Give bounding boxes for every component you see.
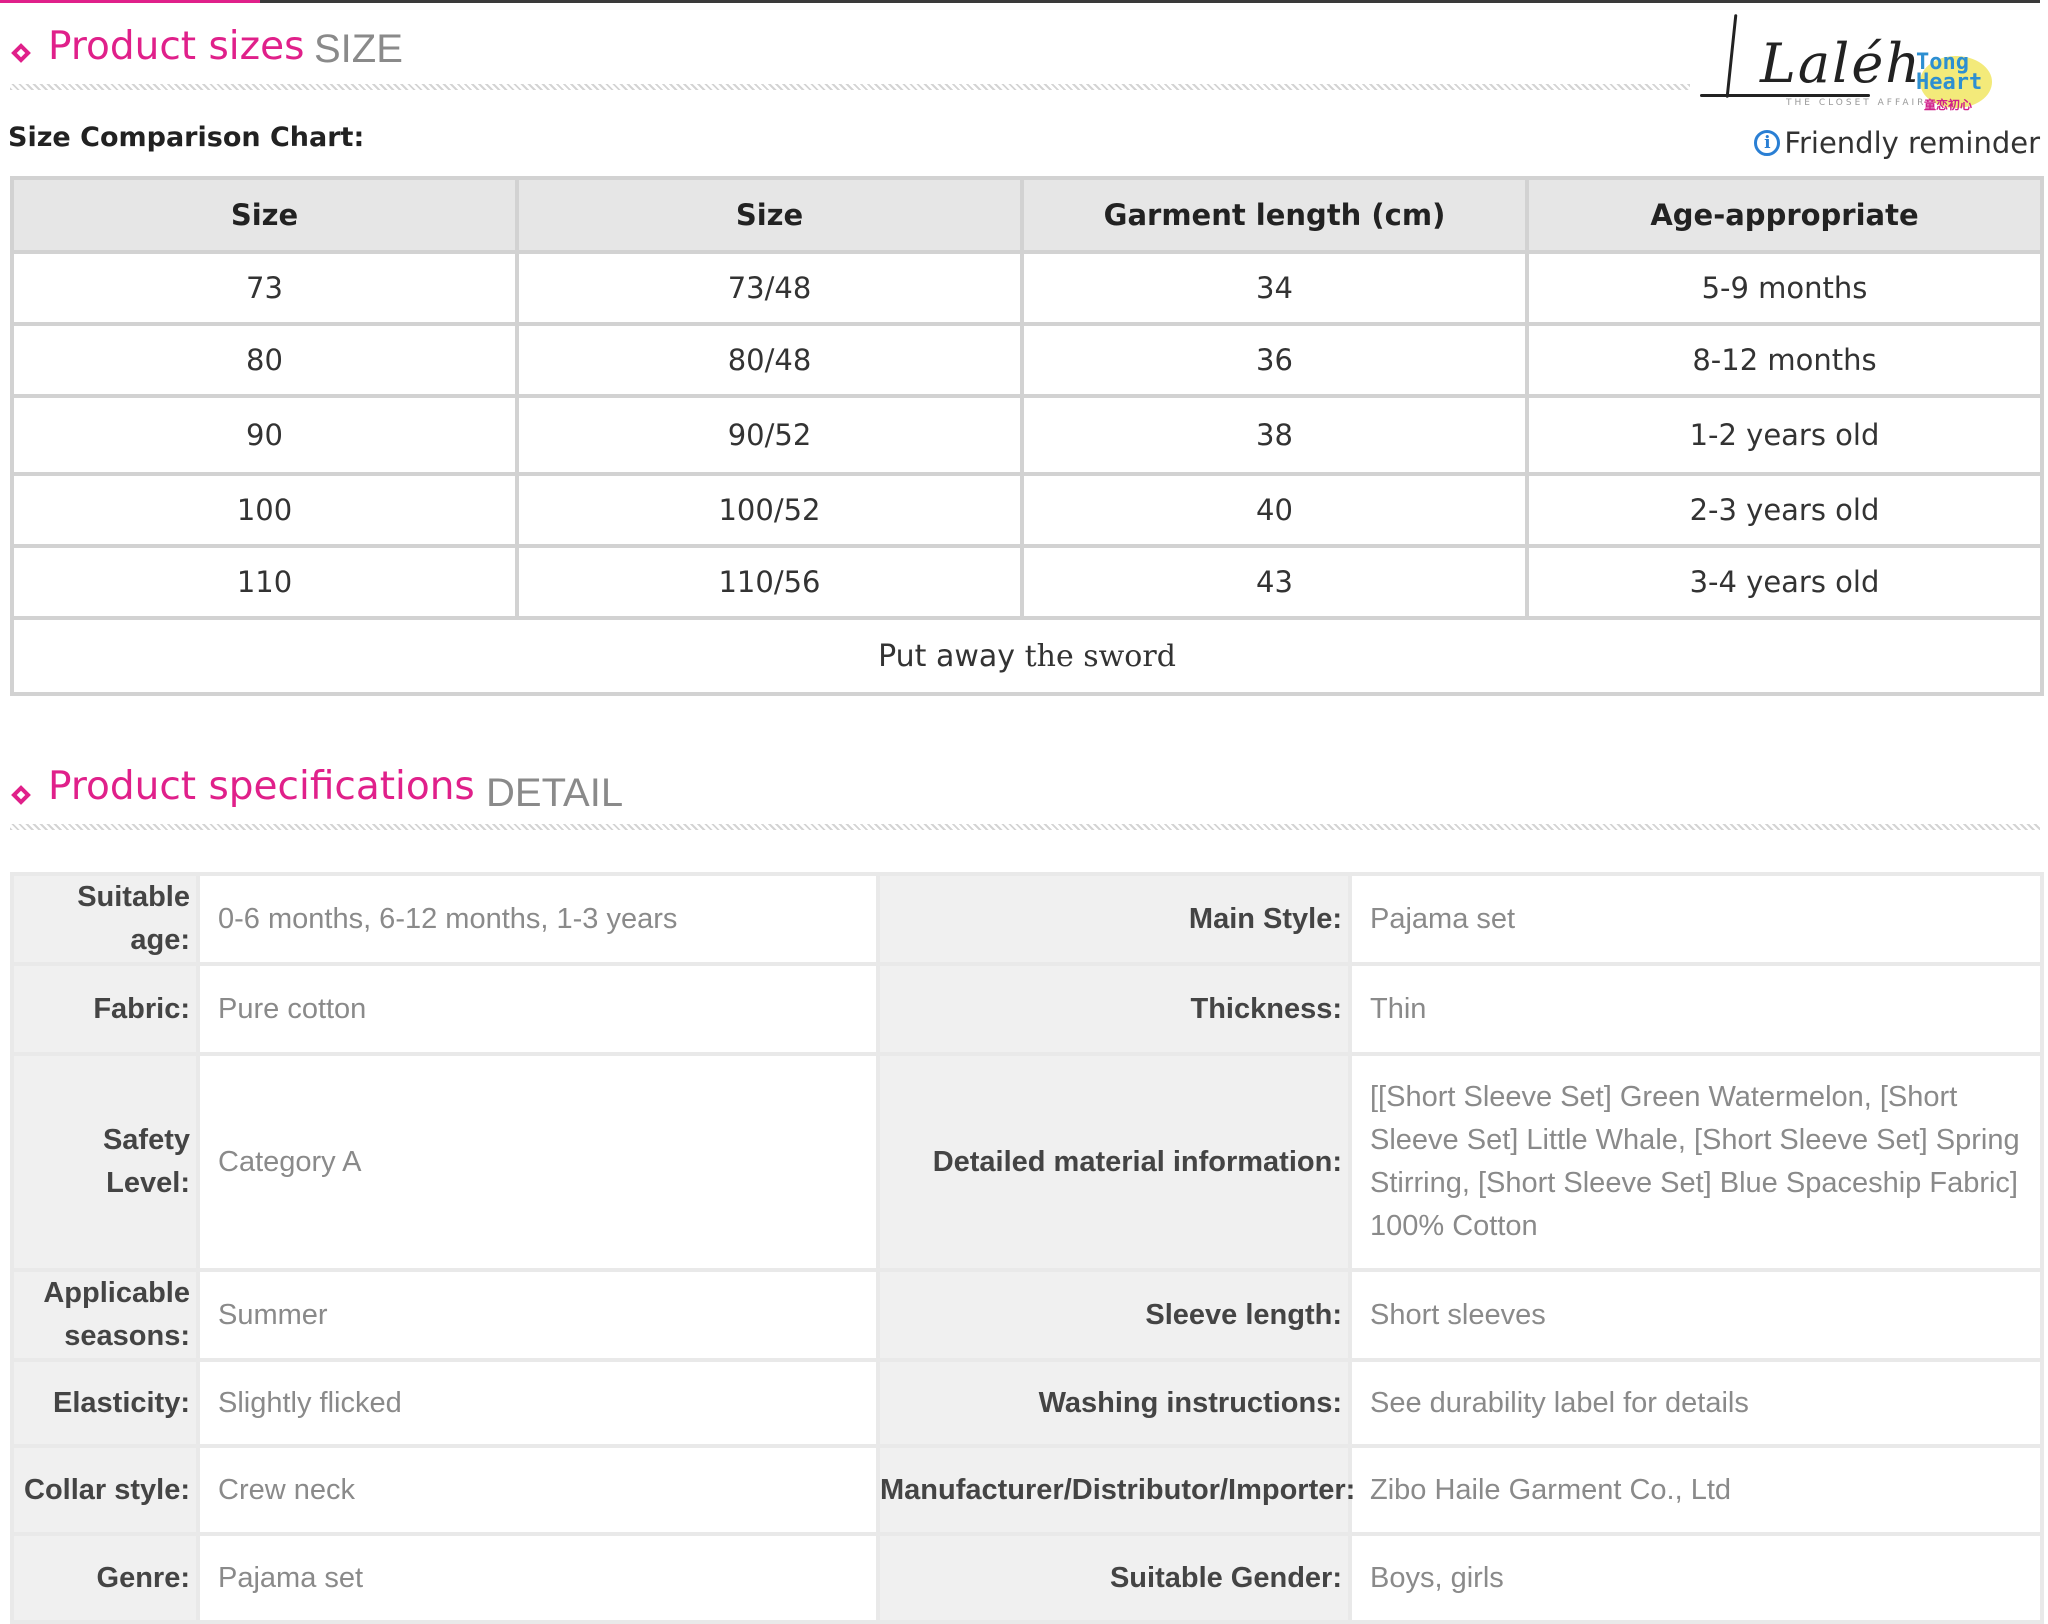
friendly-reminder-link[interactable]: i Friendly reminder [1754,126,2040,160]
spec-value: [[Short Sleeve Set] Green Watermelon, [S… [1348,1052,2044,1272]
spec-value: Thin [1348,962,2044,1056]
cell-size: 90 [10,394,519,476]
cell-length: 43 [1020,544,1529,620]
diamond-icon [11,43,31,63]
spec-section-title: Product specifications [48,764,475,809]
brand-logo: Laléh THE CLOSET AFFAIR Tong Heart 童恋初心 [1690,8,2010,112]
spec-value: Summer [196,1268,880,1362]
cell-age: 8-12 months [1525,322,2044,398]
cell-size-alt: 110/56 [515,544,1024,620]
spec-value: Pure cotton [196,962,880,1056]
spec-label: Suitable Gender: [876,1532,1352,1624]
spec-row: Collar style: Crew neck Manufacturer/Dis… [10,1444,2044,1536]
spec-value: Pajama set [196,1532,880,1624]
size-section-title: Product sizes [48,24,305,69]
spec-label: Detailed material information: [876,1052,1352,1272]
spec-label: Washing instructions: [876,1358,1352,1448]
cell-length: 36 [1020,322,1529,398]
spec-value: Zibo Haile Garment Co., Ltd [1348,1444,2044,1536]
table-row: 100 100/52 40 2-3 years old [10,472,2044,548]
top-rule [0,0,2040,3]
spec-label: Genre: [10,1532,200,1624]
spec-value: Crew neck [196,1444,880,1536]
table-note: Put away the sword [10,616,2044,696]
top-rule-accent [0,0,260,3]
spec-label: Applicable seasons: [10,1268,200,1362]
cell-length: 38 [1020,394,1529,476]
dashed-divider [10,84,1690,90]
size-chart-label: Size Comparison Chart: [8,122,365,153]
cell-length: 34 [1020,250,1529,326]
spec-table: Suitable age: 0-6 months, 6-12 months, 1… [10,872,2044,1624]
spec-value: Category A [196,1052,880,1272]
spec-value: Slightly flicked [196,1358,880,1448]
cell-size: 100 [10,472,519,548]
size-table: Size Size Garment length (cm) Age-approp… [10,176,2044,696]
cell-size: 73 [10,250,519,326]
table-row: 73 73/48 34 5-9 months [10,250,2044,326]
cell-size-alt: 73/48 [515,250,1024,326]
signature-text: Laléh [1760,32,1923,95]
cell-size-alt: 90/52 [515,394,1024,476]
table-row: 90 90/52 38 1-2 years old [10,394,2044,476]
spec-label: Main Style: [876,872,1352,966]
spec-row: Applicable seasons: Summer Sleeve length… [10,1268,2044,1362]
spec-section-title-en: DETAIL [486,771,624,815]
spec-value: See durability label for details [1348,1358,2044,1448]
size-section-title-en: SIZE [314,27,403,71]
badge-line-3: 童恋初心 [1924,98,1973,112]
spec-label: Collar style: [10,1444,200,1536]
table-row: 110 110/56 43 3-4 years old [10,544,2044,620]
diamond-icon [11,785,31,805]
info-icon: i [1754,130,1781,156]
header-age: Age-appropriate [1525,176,2044,254]
spec-value: Boys, girls [1348,1532,2044,1624]
spec-row: Suitable age: 0-6 months, 6-12 months, 1… [10,872,2044,966]
spec-label: Fabric: [10,962,200,1056]
spec-value: Pajama set [1348,872,2044,966]
header-size-alt: Size [515,176,1024,254]
cell-age: 2-3 years old [1525,472,2044,548]
cell-age: 1-2 years old [1525,394,2044,476]
cell-size: 110 [10,544,519,620]
size-table-header-row: Size Size Garment length (cm) Age-approp… [10,176,2044,254]
logo-tagline: THE CLOSET AFFAIR [1786,98,1927,108]
table-note-row: Put away the sword [10,616,2044,696]
spec-label: Manufacturer/Distributor/Importer: [876,1444,1355,1536]
spec-row: Genre: Pajama set Suitable Gender: Boys,… [10,1532,2044,1624]
header-size: Size [10,176,519,254]
badge-line-2: Heart [1916,70,1983,95]
spec-value: Short sleeves [1348,1268,2044,1362]
spec-label: Sleeve length: [876,1268,1352,1362]
header-garment-length: Garment length (cm) [1020,176,1529,254]
cell-size: 80 [10,322,519,398]
signature-stroke [1725,14,1738,98]
note-part-b: the sword [1024,638,1176,674]
spec-value: 0-6 months, 6-12 months, 1-3 years [196,872,880,966]
tongheart-badge: Tong Heart 童恋初心 [1912,48,1994,112]
table-row: 80 80/48 36 8-12 months [10,322,2044,398]
cell-length: 40 [1020,472,1529,548]
spec-row: Elasticity: Slightly flicked Washing ins… [10,1358,2044,1448]
spec-label: Elasticity: [10,1358,200,1448]
spec-label: Suitable age: [10,872,200,966]
cell-age: 3-4 years old [1525,544,2044,620]
cell-age: 5-9 months [1525,250,2044,326]
spec-label: Thickness: [876,962,1352,1056]
spec-label: Safety Level: [10,1052,200,1272]
friendly-reminder-text: Friendly reminder [1784,126,2040,160]
note-part-a: Put away [878,638,1016,674]
spec-row: Safety Level: Category A Detailed materi… [10,1052,2044,1272]
cell-size-alt: 80/48 [515,322,1024,398]
cell-size-alt: 100/52 [515,472,1024,548]
dashed-divider [10,824,2040,830]
spec-row: Fabric: Pure cotton Thickness: Thin [10,962,2044,1056]
